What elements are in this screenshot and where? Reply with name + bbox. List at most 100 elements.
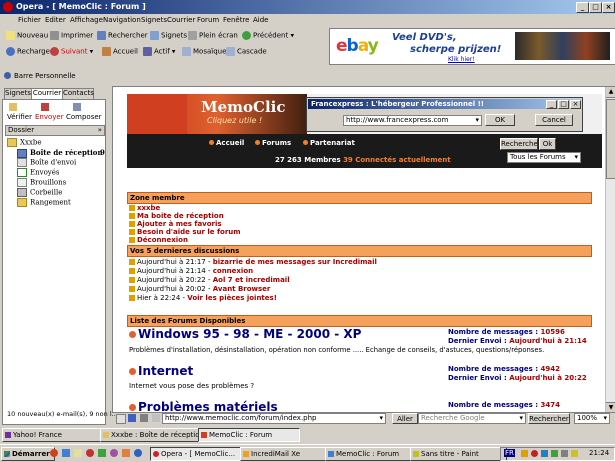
check-mail-button[interactable]: Vérifier <box>7 113 32 121</box>
menu-signets[interactable]: Signets <box>141 16 167 24</box>
zone-item[interactable]: Besoin d'aide sur le forum <box>129 228 241 236</box>
recent-item[interactable]: Hier à 22:24 - Voir les pièces jointes! <box>129 294 277 302</box>
zone-item[interactable]: Ma boite de réception <box>129 212 224 220</box>
quicklaunch-app4-icon[interactable] <box>122 449 130 457</box>
personal-bar-label[interactable]: Barre Personnelle <box>14 72 76 80</box>
forum-title-internet[interactable]: Internet <box>129 364 193 378</box>
tray-icon[interactable] <box>541 450 548 457</box>
go-button[interactable]: Aller <box>392 413 418 424</box>
folder-drafts[interactable]: Brouillons <box>17 178 66 187</box>
menu-aide[interactable]: Aide <box>253 16 268 24</box>
folder-outbox[interactable]: Boîte d'envoi <box>17 158 76 167</box>
tray-icon[interactable] <box>531 450 538 457</box>
nav-forums[interactable]: Forums <box>255 139 291 147</box>
start-button[interactable]: Démarrer <box>1 447 55 461</box>
forward-button[interactable]: Suivant ▾ <box>50 47 93 58</box>
google-search-input[interactable]: Recherche Google ▾ <box>418 413 526 424</box>
cascade-button[interactable]: Cascade <box>226 47 267 58</box>
print-button[interactable]: Imprimer <box>50 31 93 42</box>
minimize-button[interactable]: _ <box>576 2 589 13</box>
bookmarks-button[interactable]: Signets <box>150 31 187 42</box>
clock[interactable]: 21:24 <box>589 449 609 457</box>
maximize-button[interactable]: □ <box>589 2 602 13</box>
reload-button[interactable]: Recharger <box>6 47 53 58</box>
zoom-select[interactable]: 100% ▾ <box>574 413 610 424</box>
menu-affichage[interactable]: Affichage <box>70 16 103 24</box>
settings-icon[interactable] <box>140 414 148 422</box>
menu-fichier[interactable]: Fichier <box>18 16 41 24</box>
zone-item[interactable]: Déconnexion <box>129 236 188 244</box>
search-button[interactable]: Rechercher <box>97 31 148 42</box>
send-mail-button[interactable]: Envoyer <box>35 113 64 121</box>
popup-cancel-button[interactable]: Cancel <box>535 114 573 126</box>
tab-contacts[interactable]: Contacts <box>62 88 94 99</box>
popup-maximize-button[interactable]: □ <box>558 100 569 109</box>
site-ok-button[interactable]: Ok <box>539 138 556 150</box>
zone-item[interactable]: Ajouter à mes favoris <box>129 220 222 228</box>
popup-ok-button[interactable]: OK <box>485 114 515 126</box>
ad-banner[interactable]: ebay Veel DVD's, scherpe prijzen! Klik h… <box>329 28 615 65</box>
scroll-thumb[interactable] <box>606 99 615 179</box>
quicklaunch-app5-icon[interactable] <box>134 449 142 457</box>
menu-courrier[interactable]: Courrier <box>167 16 195 24</box>
popup-url-field[interactable]: http://www.francexpress.com ▾ <box>343 115 482 126</box>
menu-forum[interactable]: Forum <box>197 16 219 24</box>
popup-close-button[interactable]: × <box>570 100 581 109</box>
menu-navigation[interactable]: Navigation <box>103 16 141 24</box>
quicklaunch-app3-icon[interactable] <box>110 449 118 457</box>
menu-editer[interactable]: Editer <box>45 16 66 24</box>
task-opera[interactable]: Opera - [ MemoClic... <box>150 447 247 461</box>
forum-select[interactable]: Tous les Forums ▾ <box>507 152 581 163</box>
page-icon[interactable] <box>116 414 126 424</box>
fullscreen-button[interactable]: Plein écran <box>188 31 238 42</box>
window-tab-memoclic[interactable]: MemoClic : Forum <box>198 428 300 442</box>
quicklaunch-ie-icon[interactable] <box>62 449 70 457</box>
zone-item[interactable]: xxxbe <box>129 204 160 212</box>
window-tab-yahoo[interactable]: Yahoo! France <box>2 428 104 442</box>
image-toggle-icon[interactable] <box>152 414 160 422</box>
tray-icon[interactable] <box>571 450 578 457</box>
task-paint[interactable]: Sans titre - Paint <box>410 447 507 461</box>
folder-trash[interactable]: Corbeille <box>17 188 62 197</box>
scroll-up-arrow-icon[interactable]: ▲ <box>606 87 615 98</box>
compose-button[interactable]: Composer <box>66 113 102 121</box>
site-search-button[interactable]: Recherche <box>500 138 538 150</box>
quicklaunch-opera-icon[interactable] <box>50 449 58 457</box>
volume-icon[interactable] <box>561 450 568 457</box>
tab-bookmarks[interactable]: Signets <box>4 88 32 99</box>
task-memoclic[interactable]: MemoClic : Forum <box>325 447 417 461</box>
account-node[interactable]: Xxxbe <box>7 138 42 147</box>
recent-item[interactable]: Aujourd'hui à 20:02 - Avant Browser <box>129 285 270 293</box>
recent-item[interactable]: Aujourd'hui à 20:22 - Aol 7 et incredima… <box>129 276 290 284</box>
folder-inbox[interactable]: Boîte de réception 9 <box>17 148 105 158</box>
url-field[interactable]: http://www.memoclic.com/forum/index.php ▾ <box>162 413 386 424</box>
language-indicator[interactable]: FR <box>504 449 515 457</box>
forum-title-windows[interactable]: Windows 95 - 98 - ME - 2000 - XP <box>129 327 361 341</box>
vertical-scrollbar[interactable]: ▲ ▼ <box>605 87 615 412</box>
google-search-button[interactable]: Rechercher <box>528 413 570 424</box>
quicklaunch-app2-icon[interactable] <box>98 449 106 457</box>
menu-fenetre[interactable]: Fenêtre <box>223 16 249 24</box>
site-logo[interactable]: MemoClic <box>201 98 286 116</box>
folder-sent[interactable]: Envoyés <box>17 168 59 177</box>
recent-item[interactable]: Aujourd'hui à 21:17 - bizarrie de mes me… <box>129 258 377 266</box>
tray-icon[interactable] <box>551 450 558 457</box>
quicklaunch-app-icon[interactable] <box>86 449 94 457</box>
back-button[interactable]: Précédent ▾ <box>242 31 294 42</box>
close-button[interactable]: × <box>602 2 615 13</box>
task-incredimail[interactable]: IncrediMail Xe <box>240 447 332 461</box>
tile-button[interactable]: Mosaïque <box>182 47 226 58</box>
window-tab-inbox[interactable]: Xxxbe : Boîte de réception <box>100 428 205 442</box>
nav-home[interactable]: Accueil <box>209 139 244 147</box>
tray-icon[interactable] <box>521 450 528 457</box>
recent-item[interactable]: Aujourd'hui à 21:14 - connexion <box>129 267 253 275</box>
ad-link[interactable]: Klik hier! <box>448 56 475 63</box>
quicklaunch-desktop-icon[interactable] <box>74 449 82 457</box>
folder-archive[interactable]: Rangement <box>17 198 71 207</box>
home-button[interactable]: Accueil <box>102 47 138 58</box>
popup-minimize-button[interactable]: _ <box>546 100 557 109</box>
tab-mail[interactable]: Courrier <box>31 88 63 99</box>
monitor-icon[interactable] <box>128 414 136 422</box>
active-button[interactable]: Actif ▾ <box>143 47 175 58</box>
nav-partners[interactable]: Partenariat <box>303 139 355 147</box>
